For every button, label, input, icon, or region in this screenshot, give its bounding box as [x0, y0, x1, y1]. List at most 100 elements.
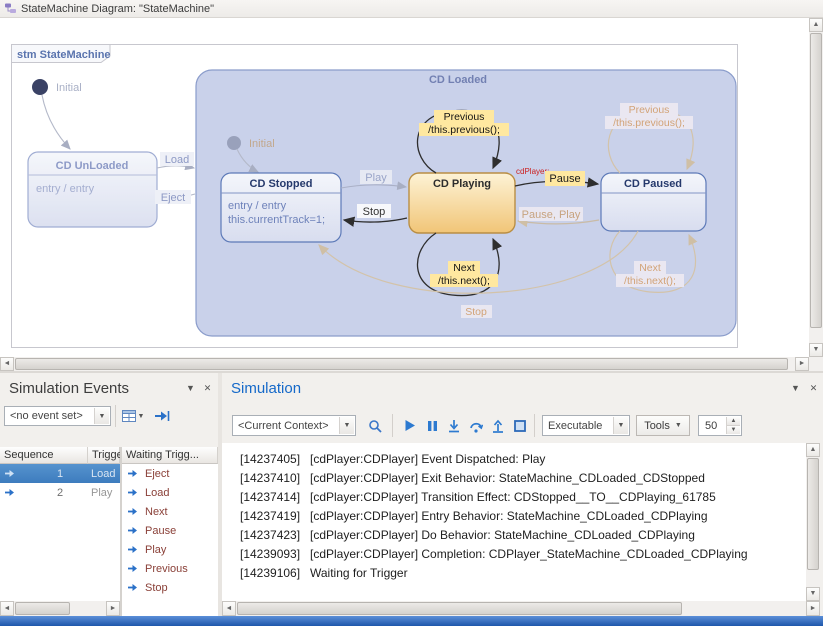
panel-close-icon[interactable]: ✕ [806, 381, 821, 396]
hscroll-thumb[interactable] [15, 358, 788, 370]
initial-node-outer[interactable]: Initial [32, 79, 82, 95]
spinner-down-icon[interactable]: ▼ [726, 426, 740, 434]
sequence-number: 2 [57, 487, 63, 499]
step-out-button[interactable] [488, 415, 508, 436]
column-header-trigger[interactable]: Trigger [88, 447, 120, 464]
scroll-right-icon[interactable]: ► [106, 601, 120, 616]
waiting-trigger-previous[interactable]: Previous [122, 559, 218, 578]
diagram-hscrollbar[interactable]: ◄ ► [0, 357, 809, 371]
event-row-2[interactable]: 2 Play [0, 483, 120, 502]
context-combo[interactable]: <Current Context> ▼ [232, 415, 356, 436]
diagram-vscrollbar[interactable]: ▲ ▼ [809, 18, 823, 357]
state-cd-playing[interactable]: CD Playing [409, 173, 515, 233]
event-list-view-button[interactable]: ▼ [119, 406, 147, 426]
waiting-trigger-stop[interactable]: Stop [122, 578, 218, 597]
state-cd-stopped[interactable]: CD Stopped entry / entry this.currentTra… [221, 173, 341, 242]
waiting-trigger-play[interactable]: Play [122, 540, 218, 559]
chevron-down-icon[interactable]: ▼ [339, 417, 354, 434]
scroll-down-icon[interactable]: ▼ [809, 343, 823, 357]
trigger-icon [127, 468, 140, 479]
log-timestamp: [14237419] [240, 509, 310, 523]
panel-close-icon[interactable]: ✕ [200, 381, 215, 396]
hscroll-thumb[interactable] [237, 602, 682, 615]
log-timestamp: [14237410] [240, 471, 310, 485]
transition-label-play[interactable]: Play [360, 170, 392, 184]
step-over-button[interactable] [466, 415, 486, 436]
scroll-left-icon[interactable]: ◄ [0, 357, 14, 371]
scroll-left-icon[interactable]: ◄ [222, 601, 236, 616]
speed-spinner[interactable]: 50 ▲ ▼ [698, 415, 742, 436]
log-line: [14237423][cdPlayer:CDPlayer] Do Behavio… [222, 525, 806, 544]
scroll-down-icon[interactable]: ▼ [806, 587, 820, 601]
waiting-trigger-load[interactable]: Load [122, 483, 218, 502]
label-next-paused-effect: /this.next(); [624, 275, 676, 287]
waiting-trigger-label: Pause [145, 525, 176, 537]
run-event-button[interactable] [152, 406, 172, 426]
play-icon [404, 419, 416, 432]
state-cd-paused[interactable]: CD Paused [601, 173, 706, 231]
tools-button[interactable]: Tools ▼ [636, 415, 690, 436]
diagram-titlebar: StateMachine Diagram: "StateMachine" [0, 0, 823, 18]
transition-label-pause-play[interactable]: Pause, Play [519, 207, 583, 221]
tools-button-label: Tools [644, 420, 670, 432]
run-simulation-button[interactable] [400, 415, 420, 436]
state-title-unloaded: CD UnLoaded [56, 160, 129, 172]
state-cd-unloaded[interactable]: CD UnLoaded entry / entry [28, 152, 157, 227]
chevron-down-icon[interactable]: ▼ [94, 408, 109, 424]
log-timestamp: [14237423] [240, 528, 310, 542]
column-header-waiting[interactable]: Waiting Trigg... [122, 447, 218, 464]
log-message: [cdPlayer:CDPlayer] Exit Behavior: State… [310, 471, 705, 485]
trigger-icon [127, 506, 140, 517]
scroll-up-icon[interactable]: ▲ [809, 18, 823, 32]
waiting-trigger-label: Load [145, 487, 169, 499]
search-icon [368, 419, 382, 433]
transition-label-load[interactable]: Load [160, 152, 194, 166]
stop-simulation-button[interactable] [510, 415, 530, 436]
scroll-right-icon[interactable]: ► [795, 357, 809, 371]
transition-load[interactable] [157, 166, 194, 168]
scroll-up-icon[interactable]: ▲ [806, 443, 820, 457]
panel-menu-icon[interactable]: ▼ [788, 381, 803, 396]
events-hscrollbar[interactable]: ◄ ► [0, 601, 120, 616]
simulation-toolbar: <Current Context> ▼ [222, 403, 823, 443]
log-hscrollbar[interactable]: ◄ ► [222, 601, 820, 616]
column-header-sequence[interactable]: Sequence [0, 447, 88, 464]
diagram-canvas[interactable]: stm StateMachine CD Loaded Initial Initi… [0, 18, 809, 357]
transition-label-stop-paused[interactable]: Stop [461, 305, 492, 318]
hscroll-thumb[interactable] [15, 602, 70, 615]
trigger-icon [127, 525, 140, 536]
initial-node-inner[interactable]: Initial [227, 136, 275, 150]
waiting-trigger-pause[interactable]: Pause [122, 521, 218, 540]
chevron-down-icon[interactable]: ▼ [613, 417, 628, 434]
trigger-icon [127, 544, 140, 555]
transition-label-eject[interactable]: Eject [155, 190, 191, 204]
label-next-text: Next [453, 262, 475, 274]
spinner-up-icon[interactable]: ▲ [726, 417, 740, 426]
vscroll-thumb[interactable] [810, 33, 822, 328]
events-toolbar: <no event set> ▼ ▼ [0, 403, 218, 429]
panel-menu-icon[interactable]: ▼ [183, 381, 198, 396]
log-vscrollbar[interactable]: ▲ ▼ [806, 443, 820, 601]
transition-label-stop[interactable]: Stop [357, 204, 391, 218]
event-row-1[interactable]: 1 Load [0, 464, 120, 483]
scroll-right-icon[interactable]: ► [806, 601, 820, 616]
scroll-left-icon[interactable]: ◄ [0, 601, 14, 616]
event-set-combo[interactable]: <no event set> ▼ [4, 406, 111, 426]
state-title-stopped: CD Stopped [250, 178, 313, 190]
mode-combo[interactable]: Executable ▼ [542, 415, 630, 436]
pause-simulation-button[interactable] [422, 415, 442, 436]
log-line: [14239093][cdPlayer:CDPlayer] Completion… [222, 544, 806, 563]
waiting-trigger-eject[interactable]: Eject [122, 464, 218, 483]
diagram-icon [4, 2, 17, 15]
transition-initial-to-unloaded[interactable] [42, 95, 70, 149]
label-pause-context: cdPlayer: [516, 167, 549, 176]
vscroll-thumb[interactable] [807, 458, 819, 570]
step-into-button[interactable] [444, 415, 464, 436]
simulation-log[interactable]: [14237405][cdPlayer:CDPlayer] Event Disp… [222, 443, 806, 601]
waiting-trigger-next[interactable]: Next [122, 502, 218, 521]
search-button[interactable] [364, 415, 386, 436]
log-message: [cdPlayer:CDPlayer] Transition Effect: C… [310, 490, 716, 504]
trigger-icon [127, 563, 140, 574]
log-timestamp: [14239106] [240, 566, 310, 580]
log-line: [14237419][cdPlayer:CDPlayer] Entry Beha… [222, 506, 806, 525]
